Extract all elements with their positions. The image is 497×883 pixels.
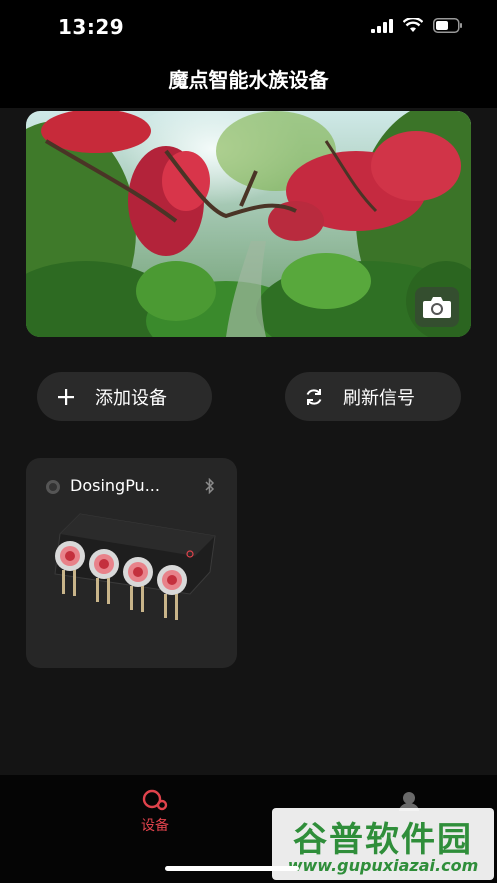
signal-icon xyxy=(371,18,393,33)
watermark-title: 谷普软件园 xyxy=(293,820,473,860)
device-name: DosingPu... xyxy=(70,476,160,495)
page-title: 魔点智能水族设备 xyxy=(168,68,329,92)
dosing-pump-image xyxy=(54,513,216,620)
tab-devices-label: 设备 xyxy=(141,818,169,834)
status-icons xyxy=(371,18,463,33)
tab-devices[interactable]: 设备 xyxy=(126,789,184,835)
plus-icon xyxy=(37,388,95,406)
refresh-signal-label: 刷新信号 xyxy=(343,387,415,409)
refresh-icon xyxy=(285,387,343,407)
refresh-signal-button[interactable]: 刷新信号 xyxy=(285,372,461,421)
add-device-label: 添加设备 xyxy=(95,387,167,409)
status-time: 13:29 xyxy=(58,15,125,39)
device-card[interactable]: DosingPu... xyxy=(26,458,237,668)
bluetooth-icon xyxy=(205,477,215,498)
add-device-button[interactable]: 添加设备 xyxy=(37,372,212,421)
home-indicator xyxy=(165,866,299,871)
camera-button[interactable] xyxy=(415,287,459,327)
nav-bar: 魔点智能水族设备 xyxy=(0,56,497,108)
watermark: 谷普软件园 www.gupuxiazai.com xyxy=(272,808,494,880)
status-bar: 13:29 xyxy=(0,0,497,56)
camera-icon xyxy=(423,297,451,318)
connection-status-dot xyxy=(46,480,60,494)
battery-icon xyxy=(433,18,462,33)
aquascape-illustration xyxy=(26,111,471,337)
hero-banner-image xyxy=(26,111,471,337)
watermark-url: www.gupuxiazai.com xyxy=(287,856,479,875)
wifi-icon xyxy=(403,18,423,32)
device-tab-icon xyxy=(142,789,168,811)
